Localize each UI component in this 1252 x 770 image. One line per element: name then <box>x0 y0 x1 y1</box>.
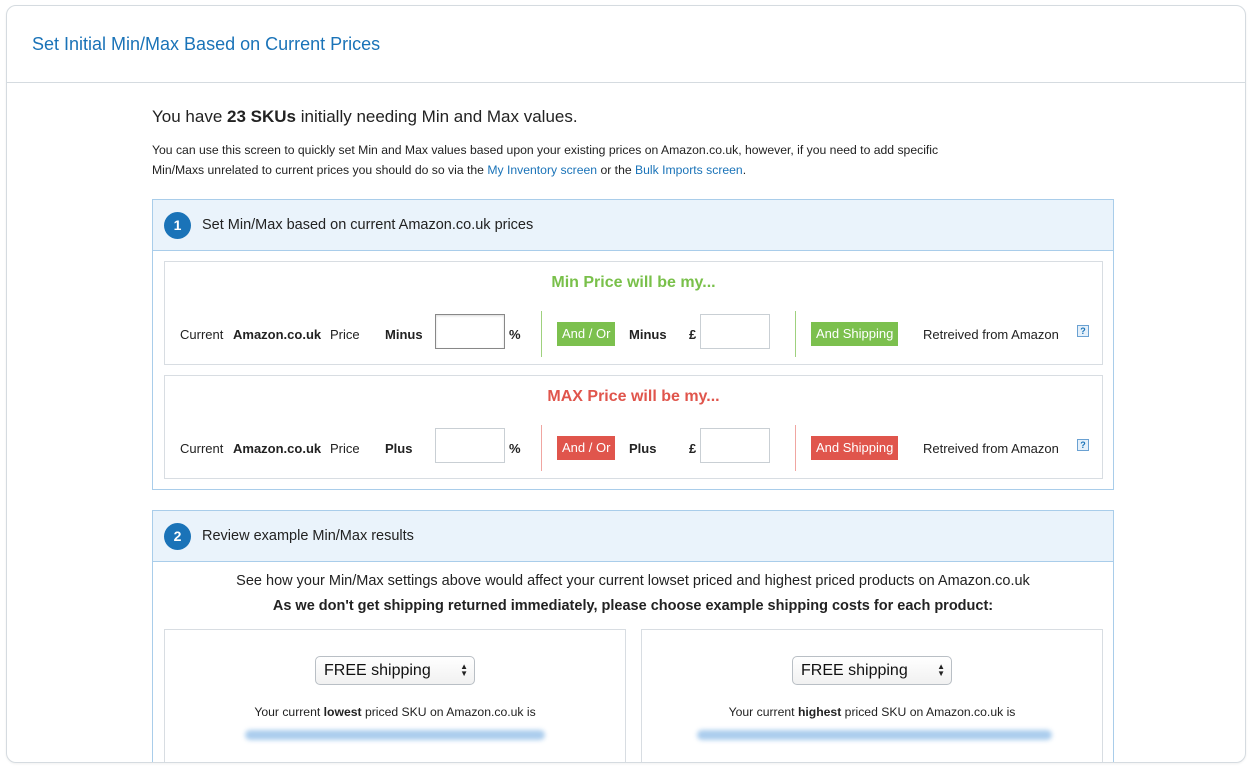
max-marketplace-label: Amazon.co.uk <box>233 441 322 456</box>
bulk-imports-link[interactable]: Bulk Imports screen <box>635 163 743 177</box>
min-help-icon[interactable]: ? <box>1077 325 1089 337</box>
lowest-sku-caption: Your current lowest priced SKU on Amazon… <box>165 705 625 719</box>
page-title: Set Initial Min/Max Based on Current Pri… <box>32 33 381 54</box>
step2-badge: 2 <box>164 522 191 550</box>
max-divider-2 <box>795 425 796 471</box>
step2-title: Review example Min/Max results <box>202 528 414 544</box>
max-divider-1 <box>541 425 542 471</box>
lowest-sku-box: FREE shipping ▲ ▼ Your current lowest pri… <box>164 629 626 762</box>
lowest-shipping-value: FREE shipping <box>324 662 431 679</box>
select-arrows-icon: ▲ ▼ <box>937 662 945 678</box>
min-operator2-label: Minus <box>629 327 667 342</box>
max-price-box: MAX Price will be my... Current Amazon.c… <box>164 375 1103 479</box>
max-percent-input[interactable] <box>435 428 505 463</box>
step1-title: Set Min/Max based on current Amazon.co.u… <box>202 217 534 233</box>
max-operator-label: Plus <box>385 441 413 456</box>
min-and-or-badge: And / Or <box>557 322 616 346</box>
max-currency-label: £ <box>689 441 697 456</box>
step2-intro-bold: As we don't get shipping returned immedi… <box>272 598 994 614</box>
lowest-caption-pre: Your current <box>254 705 324 719</box>
min-and-shipping-badge: And Shipping <box>811 322 899 346</box>
lowest-sku-link[interactable] <box>245 730 545 740</box>
min-divider-1 <box>541 311 542 357</box>
max-current-label: Current <box>180 441 224 456</box>
max-amount-input[interactable] <box>700 428 770 463</box>
min-percent-input[interactable] <box>435 314 505 349</box>
max-price-title: MAX Price will be my... <box>547 388 720 405</box>
intro-heading-post: initially needing Min and Max values. <box>295 107 578 126</box>
max-retrieved-label: Retreived from Amazon <box>923 441 1059 456</box>
highest-sku-link[interactable] <box>697 730 1052 740</box>
step1-panel: 1 Set Min/Max based on current Amazon.co… <box>152 199 1114 490</box>
max-and-shipping-badge: And Shipping <box>811 436 899 460</box>
max-percent-sign: % <box>509 441 521 456</box>
highest-sku-box: FREE shipping ▲ ▼ Your current highest pr… <box>641 629 1103 762</box>
max-and-or-badge: And / Or <box>557 436 616 460</box>
sku-count: 23 SKUs <box>227 107 296 126</box>
step1-badge: 1 <box>164 211 191 239</box>
intro-heading: You have 23 SKUs initially needing Min a… <box>152 107 1114 127</box>
lowest-caption-post: priced SKU on Amazon.co.uk is <box>361 705 536 719</box>
step1-header: 1 Set Min/Max based on current Amazon.co… <box>153 200 1113 251</box>
intro-text-line2-mid: or the <box>597 163 636 177</box>
lowest-shipping-select[interactable]: FREE shipping ▲ ▼ <box>315 656 475 685</box>
min-divider-2 <box>795 311 796 357</box>
max-price-row: Current Amazon.co.uk Price Plus % And / … <box>165 425 1102 471</box>
min-price-box: Min Price will be my... Current Amazon.c… <box>164 261 1103 365</box>
min-marketplace-label: Amazon.co.uk <box>233 327 322 342</box>
min-price-label: Price <box>330 327 360 342</box>
content-area: You have 23 SKUs initially needing Min a… <box>152 83 1114 762</box>
min-current-label: Current <box>180 327 224 342</box>
card-header: Set Initial Min/Max Based on Current Pri… <box>7 6 1245 83</box>
min-price-title: Min Price will be my... <box>551 274 716 291</box>
min-amount-input[interactable] <box>700 314 770 349</box>
min-price-row: Current Amazon.co.uk Price Minus % And /… <box>165 311 1102 357</box>
max-price-label: Price <box>330 441 360 456</box>
max-help-icon[interactable]: ? <box>1077 439 1089 451</box>
highest-caption-pre: Your current <box>728 705 798 719</box>
min-operator-label: Minus <box>385 327 423 342</box>
lowest-caption-bold: lowest <box>323 705 362 719</box>
min-retrieved-label: Retreived from Amazon <box>923 327 1059 342</box>
min-currency-label: £ <box>689 327 697 342</box>
step2-intro: See how your Min/Max settings above woul… <box>236 573 1030 589</box>
main-card: Set Initial Min/Max Based on Current Pri… <box>6 5 1246 763</box>
my-inventory-link[interactable]: My Inventory screen <box>487 163 597 177</box>
highest-caption-bold: highest <box>797 705 842 719</box>
step2-header: 2 Review example Min/Max results <box>153 511 1113 562</box>
select-arrows-icon: ▲ ▼ <box>460 662 468 678</box>
intro-text-line1: You can use this screen to quickly set M… <box>152 143 939 157</box>
max-operator2-label: Plus <box>629 441 657 456</box>
step2-panel: 2 Review example Min/Max results See how… <box>152 510 1114 762</box>
highest-sku-caption: Your current highest priced SKU on Amazo… <box>642 705 1102 719</box>
intro-text-line2-pre: Min/Maxs unrelated to current prices you… <box>152 163 488 177</box>
intro-text: You can use this screen to quickly set M… <box>152 140 1114 180</box>
intro-heading-pre: You have <box>152 107 227 126</box>
intro-text-line2-post: . <box>742 163 747 177</box>
min-percent-sign: % <box>509 327 521 342</box>
highest-caption-post: priced SKU on Amazon.co.uk is <box>841 705 1016 719</box>
highest-shipping-value: FREE shipping <box>801 662 908 679</box>
highest-shipping-select[interactable]: FREE shipping ▲ ▼ <box>792 656 952 685</box>
